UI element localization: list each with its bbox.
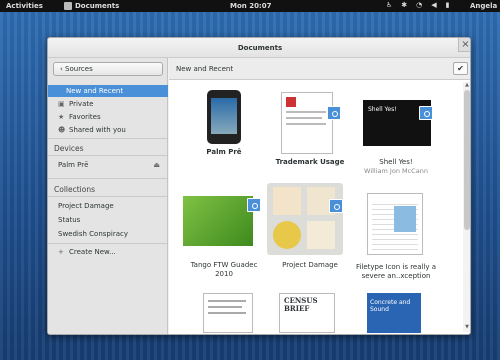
document-tile-concrete-and-sound[interactable]: Concrete and Sound xyxy=(353,293,439,333)
tile-title: Project Damage xyxy=(282,261,338,269)
spreadsheet-thumbnail xyxy=(367,193,423,255)
sidebar-divider xyxy=(48,196,167,197)
sidebar-item-project-damage[interactable]: Project Damage xyxy=(48,200,168,212)
tile-title: Trademark Usage xyxy=(275,158,345,166)
lock-icon: ▣ xyxy=(58,100,65,108)
clock[interactable]: Mon 20:07 xyxy=(230,2,271,10)
sidebar-item-label: Status xyxy=(58,216,81,224)
collections-header: Collections xyxy=(54,185,96,194)
sidebar-item-favorites[interactable]: ★ Favorites xyxy=(48,111,168,123)
document-thumbnail xyxy=(281,92,333,154)
document-tile-filetype-icon[interactable]: Filetype Icon is really a severe an..xce… xyxy=(353,193,439,283)
document-tile-project-damage[interactable]: Project Damage xyxy=(267,183,353,283)
devices-header: Devices xyxy=(54,144,84,153)
system-status-area: ♿ ✱ ◔ ◀ ▮ xyxy=(386,1,450,9)
create-new-button[interactable]: + Create New... xyxy=(48,246,168,258)
window-titlebar: Documents xyxy=(48,38,470,58)
close-button[interactable]: × xyxy=(458,38,470,52)
shared-icon xyxy=(329,199,343,213)
document-tile-untitled-1[interactable] xyxy=(181,293,267,333)
collection-thumbnail xyxy=(267,183,343,255)
selection-mode-button[interactable]: ✔ xyxy=(453,62,468,75)
eject-icon[interactable]: ⏏ xyxy=(153,159,160,171)
user-menu[interactable]: Angela xyxy=(470,2,497,10)
document-thumbnail xyxy=(203,293,253,333)
sidebar-item-label: Swedish Conspiracy xyxy=(58,230,128,238)
top-bar: Activities Documents Mon 20:07 ♿ ✱ ◔ ◀ ▮… xyxy=(0,0,500,12)
shared-icon xyxy=(327,106,341,120)
activities-button[interactable]: Activities xyxy=(6,2,43,10)
sidebar-item-label: New and Recent xyxy=(66,87,124,95)
sidebar-divider xyxy=(48,178,167,179)
presentation-thumbnail xyxy=(183,196,253,246)
document-tile-tango-ftw[interactable]: Tango FTW Guadec 2010 xyxy=(181,193,267,278)
sidebar-item-label: Shared with you xyxy=(69,126,126,134)
sidebar-item-label: Palm Prē xyxy=(58,161,89,169)
sources-label: Sources xyxy=(65,65,93,73)
sidebar-divider xyxy=(48,138,167,139)
content-header-title: New and Recent xyxy=(176,65,234,73)
document-thumbnail: Concrete and Sound xyxy=(367,293,421,333)
scroll-up-arrow-icon[interactable]: ▲ xyxy=(463,82,470,88)
documents-app-icon xyxy=(64,2,72,10)
content-header: New and Recent ✔ xyxy=(169,58,470,80)
people-icon: ☻ xyxy=(58,126,66,134)
thumbnail-heading: Concrete and Sound xyxy=(370,299,411,313)
app-menu[interactable]: Documents xyxy=(64,2,119,10)
accessibility-icon[interactable]: ♿ xyxy=(386,1,392,9)
volume-icon[interactable]: ◀ xyxy=(431,1,436,9)
thumbnail-heading: CENSUS BRIEF xyxy=(284,296,318,313)
sidebar-divider xyxy=(48,155,167,156)
battery-icon[interactable]: ▮ xyxy=(446,1,450,9)
sidebar-item-new-and-recent[interactable]: New and Recent xyxy=(48,85,168,97)
shared-icon xyxy=(247,198,261,212)
sidebar-item-label: Project Damage xyxy=(58,202,114,210)
sidebar-item-label: Private xyxy=(69,100,94,108)
tile-title: Tango FTW Guadec 2010 xyxy=(190,261,258,278)
document-grid-area: New and Recent ✔ ▲ ▼ Palm Prē Trademark … xyxy=(169,58,470,334)
phone-thumbnail xyxy=(207,90,241,144)
chevron-left-icon: ‹ xyxy=(60,65,63,73)
sidebar-item-status[interactable]: Status xyxy=(48,214,168,226)
scrollbar[interactable]: ▲ ▼ xyxy=(463,82,470,332)
tile-title: Filetype Icon is really a severe an..xce… xyxy=(355,263,437,280)
shared-icon xyxy=(419,106,433,120)
window-title: Documents xyxy=(237,44,283,52)
app-menu-label: Documents xyxy=(75,2,120,10)
bluetooth-icon[interactable]: ✱ xyxy=(401,1,407,9)
sidebar-item-private[interactable]: ▣ Private xyxy=(48,98,168,110)
sources-button[interactable]: ‹ Sources xyxy=(53,62,163,76)
document-tile-census-brief[interactable]: CENSUS BRIEF xyxy=(267,293,353,333)
scrollbar-thumb[interactable] xyxy=(464,90,470,230)
checkmark-icon: ✔ xyxy=(457,64,464,73)
document-thumbnail: CENSUS BRIEF xyxy=(279,293,335,333)
sidebar-item-swedish-conspiracy[interactable]: Swedish Conspiracy xyxy=(48,228,168,240)
tile-title: Shell Yes! xyxy=(379,158,413,166)
document-tile-palm-pre[interactable]: Palm Prē xyxy=(181,88,267,168)
sidebar-item-label: Favorites xyxy=(69,113,101,121)
create-new-label: Create New... xyxy=(69,248,116,256)
sidebar-item-shared[interactable]: ☻ Shared with you xyxy=(48,124,168,136)
document-tile-trademark-usage[interactable]: Trademark Usage xyxy=(267,88,353,168)
plus-icon: + xyxy=(58,248,64,256)
sidebar: ‹ Sources New and Recent ▣ Private ★ Favor… xyxy=(48,58,168,334)
star-icon: ★ xyxy=(58,113,65,121)
sidebar-item-palm-pre[interactable]: Palm Prē ⏏ xyxy=(48,159,168,171)
document-tile-shell-yes[interactable]: Shell Yes! Shell Yes! William Jon McCann xyxy=(353,88,439,183)
tile-author: William Jon McCann xyxy=(364,167,428,175)
slide-title-text: Shell Yes! xyxy=(368,106,397,113)
documents-window: Documents × ‹ Sources New and Recent ▣ Pr… xyxy=(47,37,471,335)
sidebar-divider xyxy=(48,243,167,244)
scroll-down-arrow-icon[interactable]: ▼ xyxy=(463,324,470,330)
network-icon[interactable]: ◔ xyxy=(416,1,422,9)
tile-title: Palm Prē xyxy=(206,148,242,156)
